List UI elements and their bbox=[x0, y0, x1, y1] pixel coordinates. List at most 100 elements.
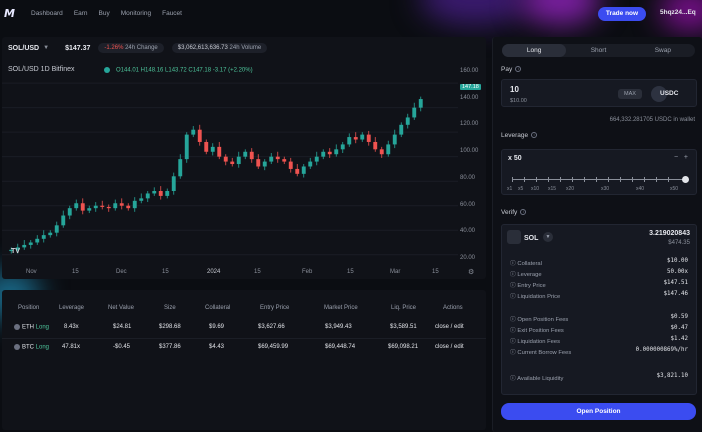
logo[interactable]: M bbox=[4, 7, 26, 20]
leverage-stepper[interactable]: − + bbox=[674, 154, 688, 161]
volume-badge: $3,062,613,636.73 24h Volume bbox=[171, 43, 268, 53]
x-tick: Nov bbox=[26, 269, 37, 275]
verify-token[interactable]: SOL bbox=[524, 235, 538, 242]
candle-body bbox=[74, 203, 79, 209]
candle-body bbox=[379, 149, 384, 155]
detail-value: 50.00x bbox=[667, 269, 688, 275]
leverage-mark[interactable]: x15 bbox=[548, 186, 556, 192]
leverage-mark[interactable]: x10 bbox=[531, 186, 539, 192]
positions-panel: Position Leverage Net Value Size Collate… bbox=[2, 290, 486, 430]
x-tick: Mar bbox=[390, 269, 401, 275]
pay-token-select[interactable]: USDC bbox=[660, 90, 678, 97]
leverage-mark[interactable]: x40 bbox=[636, 186, 644, 192]
leverage-mark[interactable]: x50 bbox=[670, 186, 678, 192]
pay-label: Pay bbox=[501, 66, 513, 73]
close-edit-link[interactable]: close / edit bbox=[435, 324, 464, 330]
pay-input-box[interactable]: 10 $10.00 MAX USDC bbox=[501, 79, 697, 107]
slider-handle[interactable] bbox=[682, 176, 689, 183]
table-row[interactable]: ETH Long 8.43x $24.81 $298.68 $9.69 $3,6… bbox=[2, 319, 486, 337]
candle-body bbox=[100, 205, 105, 207]
wallet-balance: 664,332.281705 USDC in wallet bbox=[609, 117, 695, 123]
candle-body bbox=[145, 193, 150, 199]
trade-now-button[interactable]: Trade now bbox=[598, 7, 646, 21]
tab-short[interactable]: Short bbox=[566, 44, 630, 57]
nav-dashboard[interactable]: Dashboard bbox=[31, 10, 63, 17]
volume-label: 24h Volume bbox=[229, 45, 262, 51]
leverage-mark[interactable]: x20 bbox=[566, 186, 574, 192]
open-position-button[interactable]: Open Position bbox=[501, 403, 696, 420]
info-icon[interactable]: i bbox=[515, 66, 522, 73]
volume-value: $3,062,613,636.73 bbox=[177, 45, 228, 51]
net-value-cell: $24.81 bbox=[113, 324, 132, 330]
table-row[interactable]: BTC Long 47.81x -$0.45 $377.86 $4.43 $69… bbox=[2, 338, 486, 356]
candle-body bbox=[321, 151, 326, 157]
ohlc-readout: O144.01 H148.16 L143.72 C147.18 -3.17 (+… bbox=[104, 67, 253, 74]
asset: BTC bbox=[22, 344, 34, 351]
tab-swap[interactable]: Swap bbox=[631, 44, 695, 57]
leverage-slider[interactable] bbox=[512, 176, 689, 183]
leverage-mark[interactable]: x30 bbox=[601, 186, 609, 192]
candle-body bbox=[197, 129, 202, 142]
candle-body bbox=[347, 137, 352, 145]
max-button[interactable]: MAX bbox=[618, 89, 642, 99]
x-tick: 2024 bbox=[207, 269, 221, 275]
change-value: -1.26% bbox=[104, 45, 124, 51]
nav-buy[interactable]: Buy bbox=[99, 10, 110, 17]
info-icon[interactable]: i bbox=[520, 209, 527, 216]
fee-value: $0.59 bbox=[670, 314, 688, 320]
slider-tick bbox=[548, 177, 549, 182]
leverage-mark[interactable]: x5 bbox=[518, 186, 523, 192]
candlestick-chart[interactable] bbox=[2, 77, 458, 267]
slider-tick bbox=[560, 177, 561, 182]
x-tick: 15 bbox=[162, 269, 169, 275]
position-cell: ETH Long bbox=[14, 324, 49, 331]
wallet-address[interactable]: 5hqz24...Eq bbox=[660, 9, 696, 16]
nav-monitoring[interactable]: Monitoring bbox=[121, 10, 151, 17]
slider-tick bbox=[644, 177, 645, 182]
fee-row: ⓘ Exit Position Fees $0.47 bbox=[510, 325, 688, 335]
leverage-cell: 8.43x bbox=[64, 324, 79, 330]
nav-faucet[interactable]: Faucet bbox=[162, 10, 182, 17]
fee-row: ⓘ Open Position Fees $0.59 bbox=[510, 314, 688, 324]
y-tick: 140.00 bbox=[460, 95, 479, 101]
candle-body bbox=[360, 134, 365, 140]
net-value-cell: -$0.45 bbox=[113, 344, 131, 350]
liquidity-value: $3,821.10 bbox=[656, 373, 688, 379]
candle-body bbox=[119, 203, 124, 206]
entry-cell: $69,459.99 bbox=[258, 344, 289, 350]
tab-long[interactable]: Long bbox=[502, 44, 567, 57]
leverage-mark[interactable]: x1 bbox=[507, 186, 512, 192]
detail-value: $10.00 bbox=[667, 258, 688, 264]
detail-row: ⓘ Entry Price $147.51 bbox=[510, 280, 688, 290]
candle-body bbox=[22, 244, 27, 248]
candle-body bbox=[386, 144, 391, 155]
verify-amount: 3.219020843 bbox=[649, 230, 690, 237]
chevron-down-icon[interactable]: ▼ bbox=[543, 232, 553, 242]
candle-body bbox=[230, 161, 235, 165]
leverage-box: x 50 − + x1 x5 x10 x15 x20 x30 x40 x50 bbox=[501, 149, 697, 195]
nav-earn[interactable]: Earn bbox=[74, 10, 88, 17]
pair-selector[interactable]: SOL/USD bbox=[8, 45, 39, 52]
chevron-down-icon[interactable]: ▼ bbox=[43, 45, 49, 51]
info-icon[interactable]: i bbox=[531, 132, 538, 139]
fee-value: $1.42 bbox=[670, 336, 688, 342]
candle-body bbox=[132, 200, 137, 209]
pay-label-row: Pay i bbox=[501, 66, 522, 73]
settings-gear-icon[interactable]: ⚙ bbox=[468, 268, 474, 276]
market-cell: $3,949.43 bbox=[325, 324, 352, 330]
candle-body bbox=[28, 242, 33, 245]
close-edit-link[interactable]: close / edit bbox=[435, 344, 464, 350]
leverage-input[interactable]: x 50 bbox=[508, 155, 522, 162]
detail-row: ⓘ Leverage 50.00x bbox=[510, 269, 688, 279]
candle-body bbox=[301, 166, 306, 174]
candle-body bbox=[366, 134, 371, 142]
y-tick: 160.00 bbox=[460, 68, 479, 74]
detail-row: ⓘ Liquidation Price $147.46 bbox=[510, 291, 688, 301]
candle-body bbox=[262, 161, 267, 167]
pay-amount-input[interactable]: 10 bbox=[510, 85, 519, 94]
header-collateral: Collateral bbox=[205, 305, 231, 311]
change-label: 24h Change bbox=[125, 45, 158, 51]
candle-body bbox=[35, 238, 40, 243]
x-tick: 15 bbox=[432, 269, 439, 275]
candle-body bbox=[41, 235, 46, 239]
